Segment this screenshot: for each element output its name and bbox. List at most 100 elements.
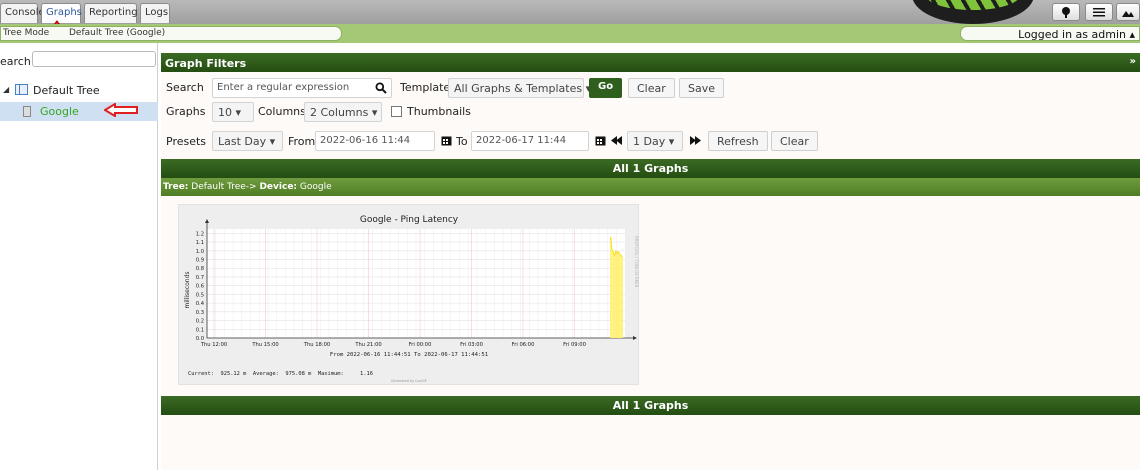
logged-in-label[interactable]: Logged in as admin ▴ [1018,28,1135,41]
graph-filters-title: Graph Filters [165,57,247,70]
graph-x-tick-label: Fri 06:00 [512,342,535,348]
tree-search-input[interactable] [32,51,156,67]
graph-x-tick-label: Thu 21:00 [354,342,381,348]
preview-icon[interactable] [1116,3,1140,21]
main-content: Graph Filters » Search Enter a regular e… [161,51,1140,470]
tree-view-icon[interactable] [1052,3,1080,21]
graph-y-tick-label: 1.1 [196,240,204,246]
graph-date-range: From 2022-06-16 11:44:51 To 2022-06-17 1… [330,352,488,358]
tab-logs[interactable]: Logs [140,3,170,23]
graph-y-tick-label: 0.8 [196,266,204,272]
thumbnails-label[interactable]: Thumbnails [407,105,471,118]
tree-value: Default Tree-> [191,182,257,192]
graph-data-bar [615,250,617,338]
graph-y-tick-label: 1.0 [196,249,204,255]
device-value: Google [299,182,332,192]
cacti-window: Console Graphs Reporting Logs Tree Mode … [0,0,1140,470]
from-input[interactable]: 2022-06-16 11:44 [315,131,435,151]
graphs-label: Graphs [166,105,206,118]
graph-data-bar [620,255,622,338]
graph-x-axis-arrow [633,336,637,340]
graph-y-tick-label: 0.7 [196,275,204,281]
graph-data-bar [613,255,616,338]
graph-x-tick-label: Thu 15:00 [251,342,278,348]
red-arrow-left-icon [104,103,138,117]
graph-data-bar [610,236,612,338]
collapse-icon[interactable]: » [1130,56,1136,67]
tree-panel: earch ◢ Default Tree Google [0,43,158,470]
graph-x-tick-label: Thu 12:00 [200,342,227,348]
list-view-icon[interactable] [1085,3,1113,21]
tree-search-label: earch [0,55,31,68]
graph-y-tick-label: 0.1 [196,327,204,333]
device-label: Device: [259,182,298,192]
graphs-count-footer: All 1 Graphs [161,396,1140,415]
graph-data-bar [612,252,614,338]
graphs-count-header: All 1 Graphs [161,159,1140,178]
graph-x-tick-label: Fri 03:00 [460,342,483,348]
to-input[interactable]: 2022-06-17 11:44 [471,131,589,151]
breadcrumb-default-tree[interactable]: Default Tree (Google) [69,28,165,38]
template-label: Template [400,81,451,94]
tab-console[interactable]: Console [0,3,45,23]
tree-device-header: Tree: Default Tree-> Device: Google [161,178,1140,196]
graph-watermark: RRDTOOL / TOBI OETIKER [634,236,639,288]
shift-right-icon[interactable] [690,136,702,145]
save-button[interactable]: Save [679,78,725,98]
graph-data-bar [611,249,613,338]
to-label: To [456,135,468,148]
presets-label: Presets [166,135,207,148]
graph-data-bar [619,254,621,338]
graph-y-tick-label: 1.2 [196,231,204,237]
breadcrumb-tree-mode[interactable]: Tree Mode [3,28,49,38]
shift-left-icon[interactable] [611,136,623,145]
tree-folder-icon [15,84,28,95]
user-menu[interactable]: Logged in as admin ▴ [960,26,1140,41]
thumbnails-checkbox[interactable] [391,106,402,117]
graph-y-tick-label: 0.9 [196,258,204,264]
graph-generated-by: Generated by Cacti® [391,379,427,383]
graph-data-bar [621,257,623,338]
tab-reporting[interactable]: Reporting [84,3,138,23]
timespan-select[interactable]: 1 Day ▾ [627,131,683,151]
graph-x-tick-label: Fri 09:00 [563,342,586,348]
tree-leaf-label[interactable]: Google [40,105,79,118]
template-select[interactable]: All Graphs & Templates ▾ [448,78,591,98]
graph-data-bar [616,253,618,338]
clear-button[interactable]: Clear [628,78,675,98]
graph-y-axis-label: milliseconds [184,271,191,308]
breadcrumb-pill: Tree Mode Default Tree (Google) [0,26,342,41]
presets-select[interactable]: Last Day ▾ [212,131,283,151]
graph-y-axis-arrow [205,219,209,223]
top-tab-bar: Console Graphs Reporting Logs [0,0,1140,46]
search-label: Search [166,81,204,94]
device-icon [23,106,31,117]
breadcrumb: Tree Mode Default Tree (Google) Logged i… [0,24,1140,43]
ping-latency-graph: Google - Ping Latency milliseconds RRDTO… [184,215,639,383]
search-input[interactable]: Enter a regular expression [212,78,392,98]
graph-title: Google - Ping Latency [360,215,459,225]
refresh-button[interactable]: Refresh [708,131,768,151]
calendar-icon[interactable] [441,135,452,146]
graph-y-tick-label: 0.4 [196,301,205,307]
graph-y-tick-label: 0.6 [196,284,204,290]
go-button[interactable]: Go [589,78,623,98]
graph-x-tick-label: Fri 00:00 [409,342,432,348]
graph-y-tick-label: 0.2 [196,319,204,325]
graph-image[interactable]: Google - Ping Latency milliseconds RRDTO… [178,204,639,385]
graphs-select[interactable]: 10 ▾ [212,102,254,122]
tree-toggle-icon[interactable]: ◢ [3,85,9,94]
graph-filters-header: Graph Filters » [161,53,1140,72]
graph-x-tick-label: Thu 18:00 [303,342,330,348]
clear-dates-button[interactable]: Clear [771,131,818,151]
columns-label: Columns [258,105,306,118]
tree-node-label[interactable]: Default Tree [33,84,100,97]
search-icon[interactable] [375,82,387,94]
tree-node-default-tree[interactable]: ◢ Default Tree [0,82,158,99]
graph-y-tick-label: 0.3 [196,310,204,316]
graph-stats: Current: 925.12 m Average: 975.08 m Maxi… [188,371,373,377]
graph-data-bar [617,251,620,338]
from-label: From [288,135,316,148]
columns-select[interactable]: 2 Columns ▾ [304,102,382,122]
calendar-icon[interactable] [595,135,606,146]
